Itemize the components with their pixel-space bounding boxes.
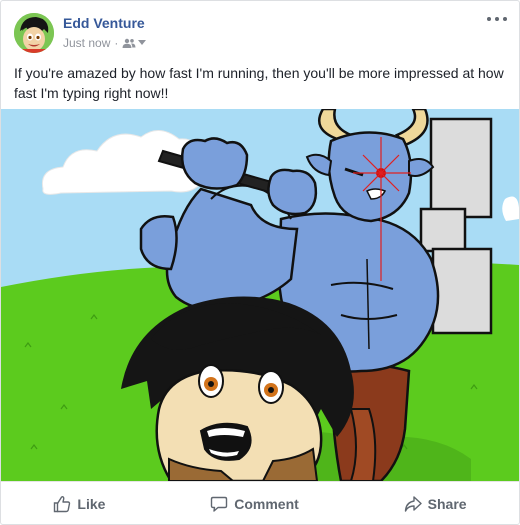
post-text: If you're amazed by how fast I'm running… <box>14 65 504 101</box>
more-dot-icon <box>487 17 491 21</box>
share-arrow-icon <box>404 495 422 512</box>
avatar-image <box>14 13 54 53</box>
comment-label: Comment <box>234 495 299 512</box>
post-card: Edd Venture Just now · If you're amazed … <box>0 0 520 525</box>
thumbs-up-icon <box>54 495 71 512</box>
share-label: Share <box>427 495 467 512</box>
author-name[interactable]: Edd Venture <box>63 15 145 31</box>
post-options-button[interactable] <box>487 11 507 27</box>
comment-button[interactable]: Comment <box>198 489 311 519</box>
post-header: Edd Venture Just now · <box>1 1 519 59</box>
post-image[interactable] <box>1 109 519 481</box>
post-meta: Just now · <box>63 36 147 50</box>
like-button[interactable]: Like <box>41 489 117 519</box>
avatar[interactable] <box>14 13 54 53</box>
comment-bubble-icon <box>211 496 228 512</box>
more-dot-icon <box>495 17 499 21</box>
post-actions-bar: Like Comment Share <box>1 481 519 525</box>
share-button[interactable]: Share <box>392 489 479 519</box>
friends-icon[interactable] <box>122 38 147 48</box>
meta-separator: · <box>114 36 119 50</box>
like-label: Like <box>77 495 106 512</box>
cartoon-illustration <box>1 109 519 481</box>
more-dot-icon <box>503 17 507 21</box>
timestamp[interactable]: Just now <box>63 36 110 50</box>
chevron-down-icon <box>138 40 147 45</box>
